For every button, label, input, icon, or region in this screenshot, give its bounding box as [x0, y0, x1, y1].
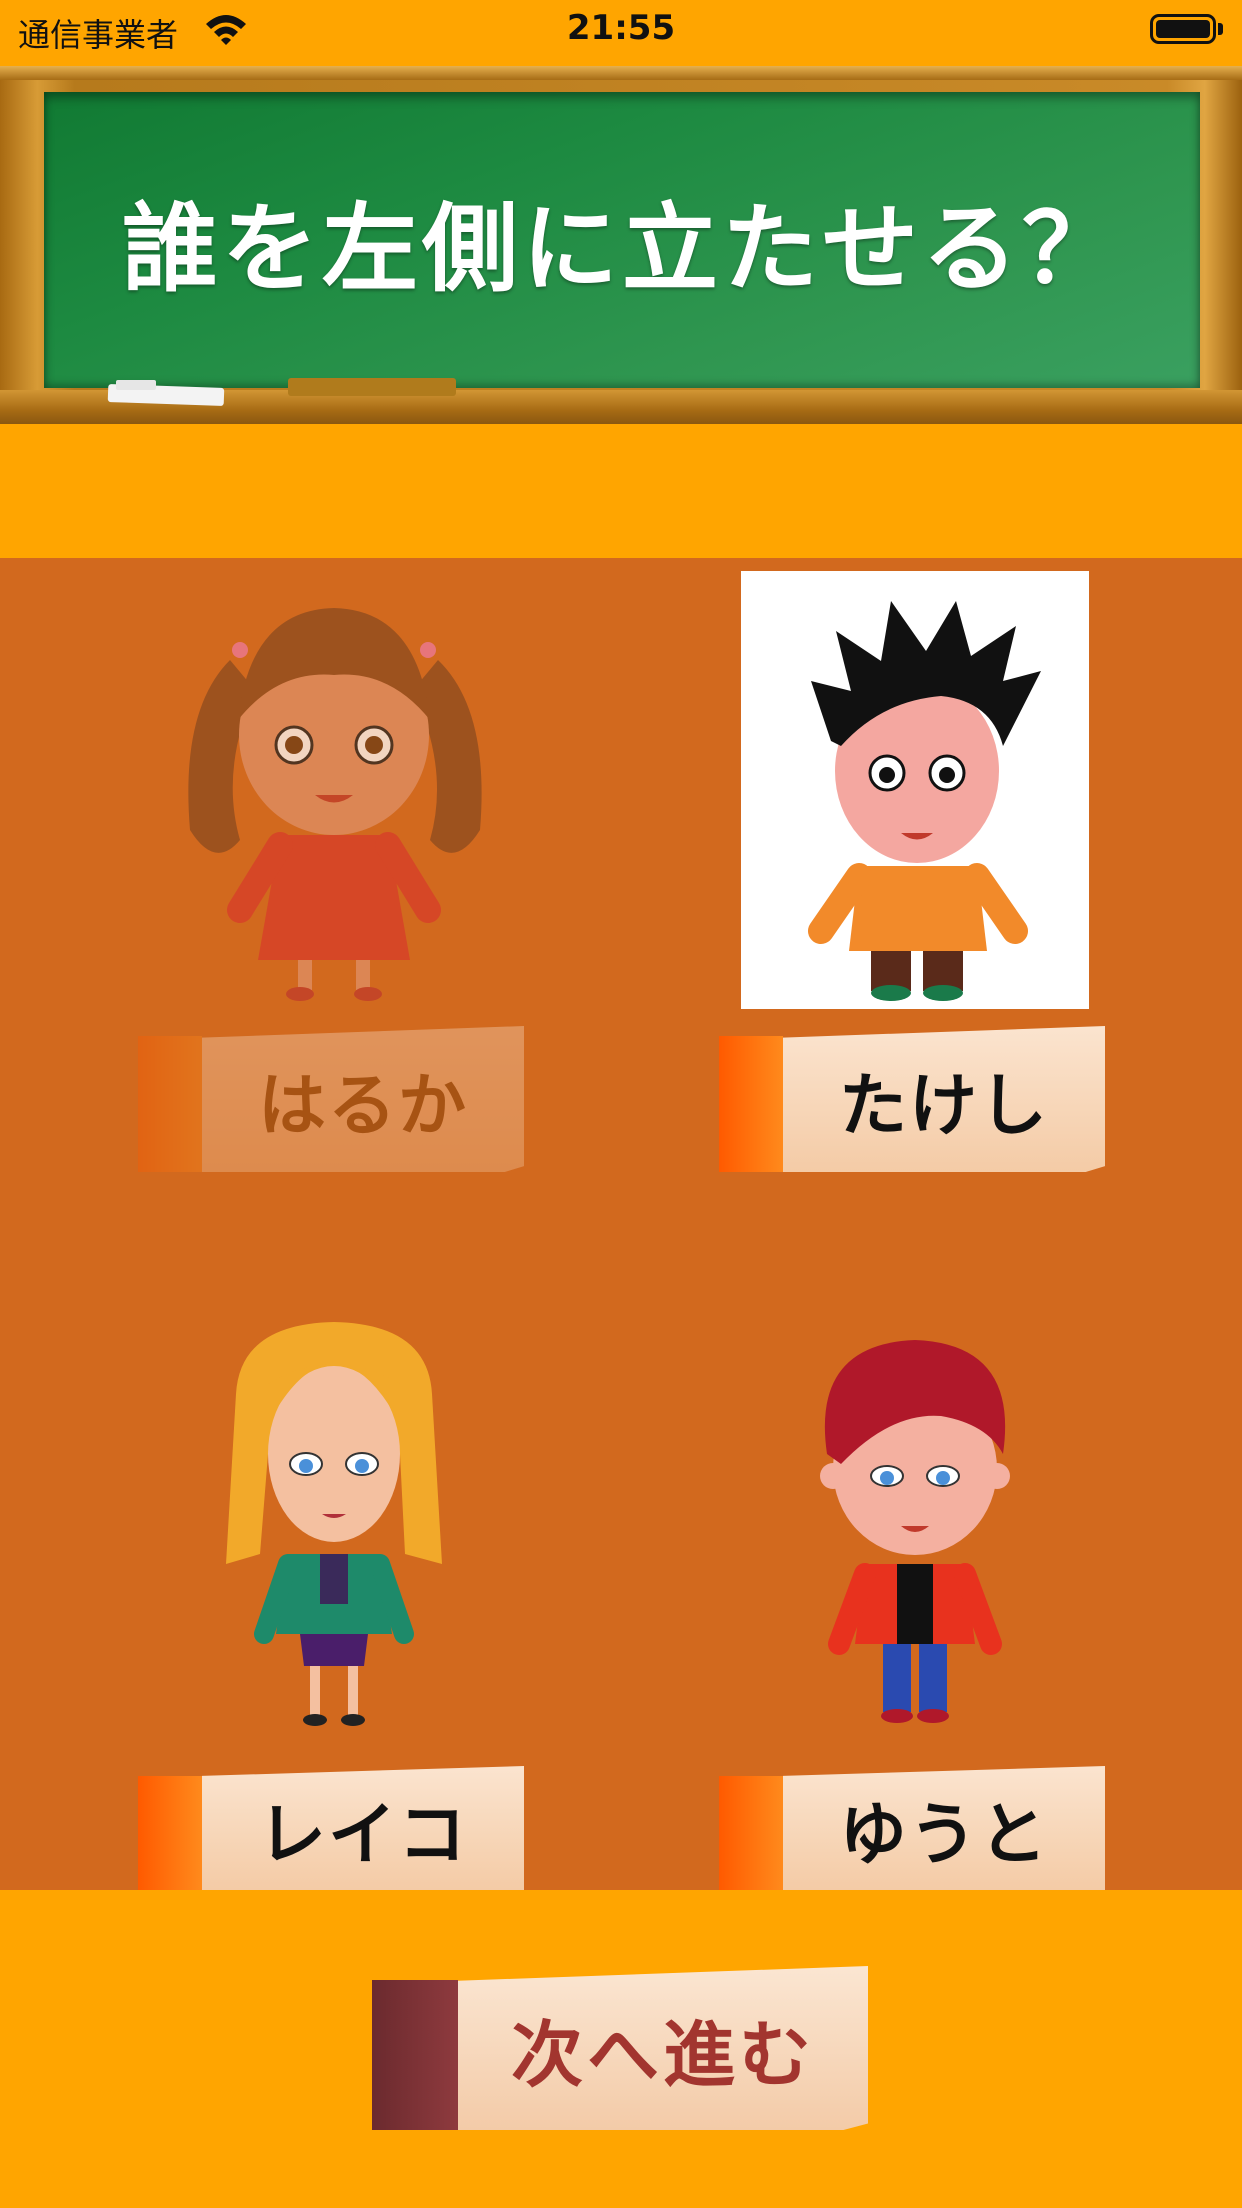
character-portrait-takeshi[interactable]: [741, 571, 1089, 1009]
name-tag-tab: [719, 1036, 783, 1172]
next-button-label: 次へ進む: [458, 1966, 868, 2130]
name-tag-tab: [719, 1776, 783, 1890]
boy-with-spiky-hair-illustration: [808, 601, 1041, 1001]
name-button-takeshi[interactable]: たけし: [719, 1026, 1105, 1172]
next-button[interactable]: 次へ進む: [372, 1966, 868, 2130]
question-text: 誰を左側に立たせる？: [122, 192, 1122, 305]
name-label: たけし: [783, 1026, 1105, 1172]
name-button-reiko[interactable]: レイコ: [138, 1766, 524, 1890]
status-bar: 通信事業者 21:55: [0, 0, 1242, 62]
girl-with-pigtails-illustration: [188, 608, 482, 1001]
name-button-yuto[interactable]: ゆうと: [719, 1766, 1105, 1890]
character-portrait-reiko[interactable]: [160, 1304, 508, 1742]
name-label: はるか: [202, 1026, 524, 1172]
blonde-woman-illustration: [226, 1322, 442, 1726]
name-tag-tab: [138, 1776, 202, 1890]
name-button-haruka[interactable]: はるか: [138, 1026, 524, 1172]
name-tag-tab: [138, 1036, 202, 1172]
clock: 21:55: [566, 8, 676, 48]
character-portrait-haruka[interactable]: [160, 570, 508, 1008]
character-portrait-yuto[interactable]: [741, 1304, 1089, 1742]
next-button-tab: [372, 1980, 458, 2130]
name-label: レイコ: [202, 1766, 524, 1890]
battery-icon: [1150, 14, 1216, 44]
boy-with-red-hair-illustration: [820, 1340, 1010, 1723]
name-label: ゆうと: [783, 1766, 1105, 1890]
battery-cap: [1218, 23, 1223, 35]
